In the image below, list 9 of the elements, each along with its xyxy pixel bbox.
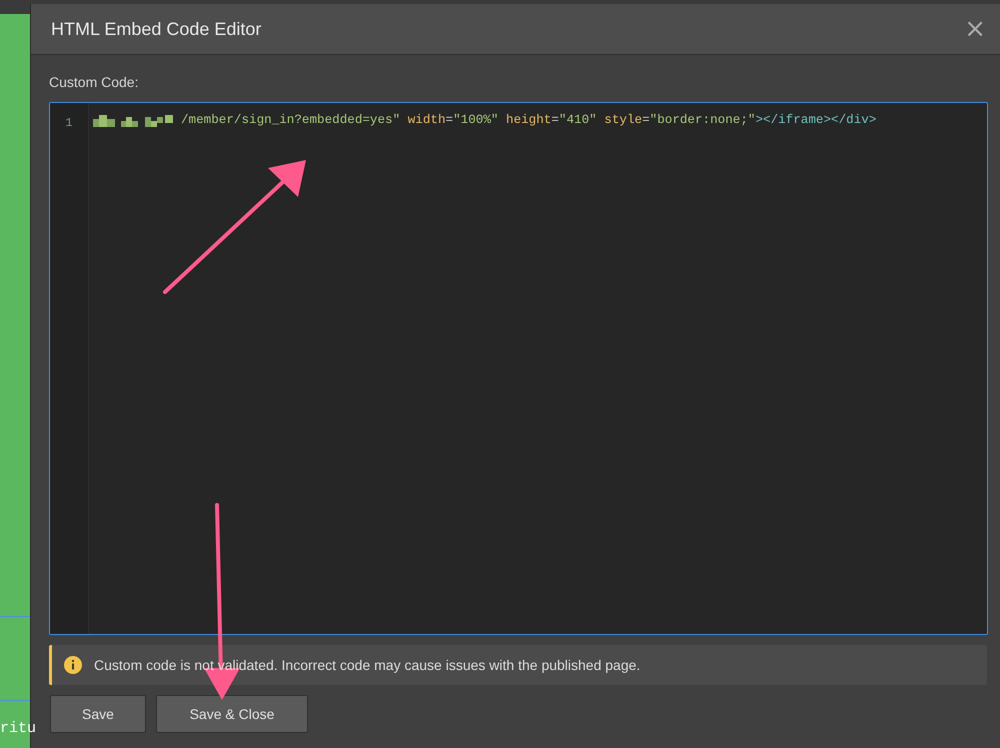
info-icon bbox=[64, 656, 82, 674]
line-number: 1 bbox=[65, 116, 73, 130]
field-label: Custom Code: bbox=[49, 74, 140, 90]
save-button[interactable]: Save bbox=[50, 695, 146, 733]
save-close-button[interactable]: Save & Close bbox=[156, 695, 308, 733]
close-button[interactable]: × bbox=[960, 16, 990, 42]
dialog-title: HTML Embed Code Editor bbox=[51, 18, 262, 40]
code-editor[interactable]: 1 /member/sign_in?embedded=yes" width="100%" height="410" style="border:none;"></iframe></div> bbox=[49, 102, 988, 635]
code-line: /member/sign_in?embedded=yes" width="100%" height="410" style="border:none;"></iframe></div> bbox=[181, 113, 876, 127]
